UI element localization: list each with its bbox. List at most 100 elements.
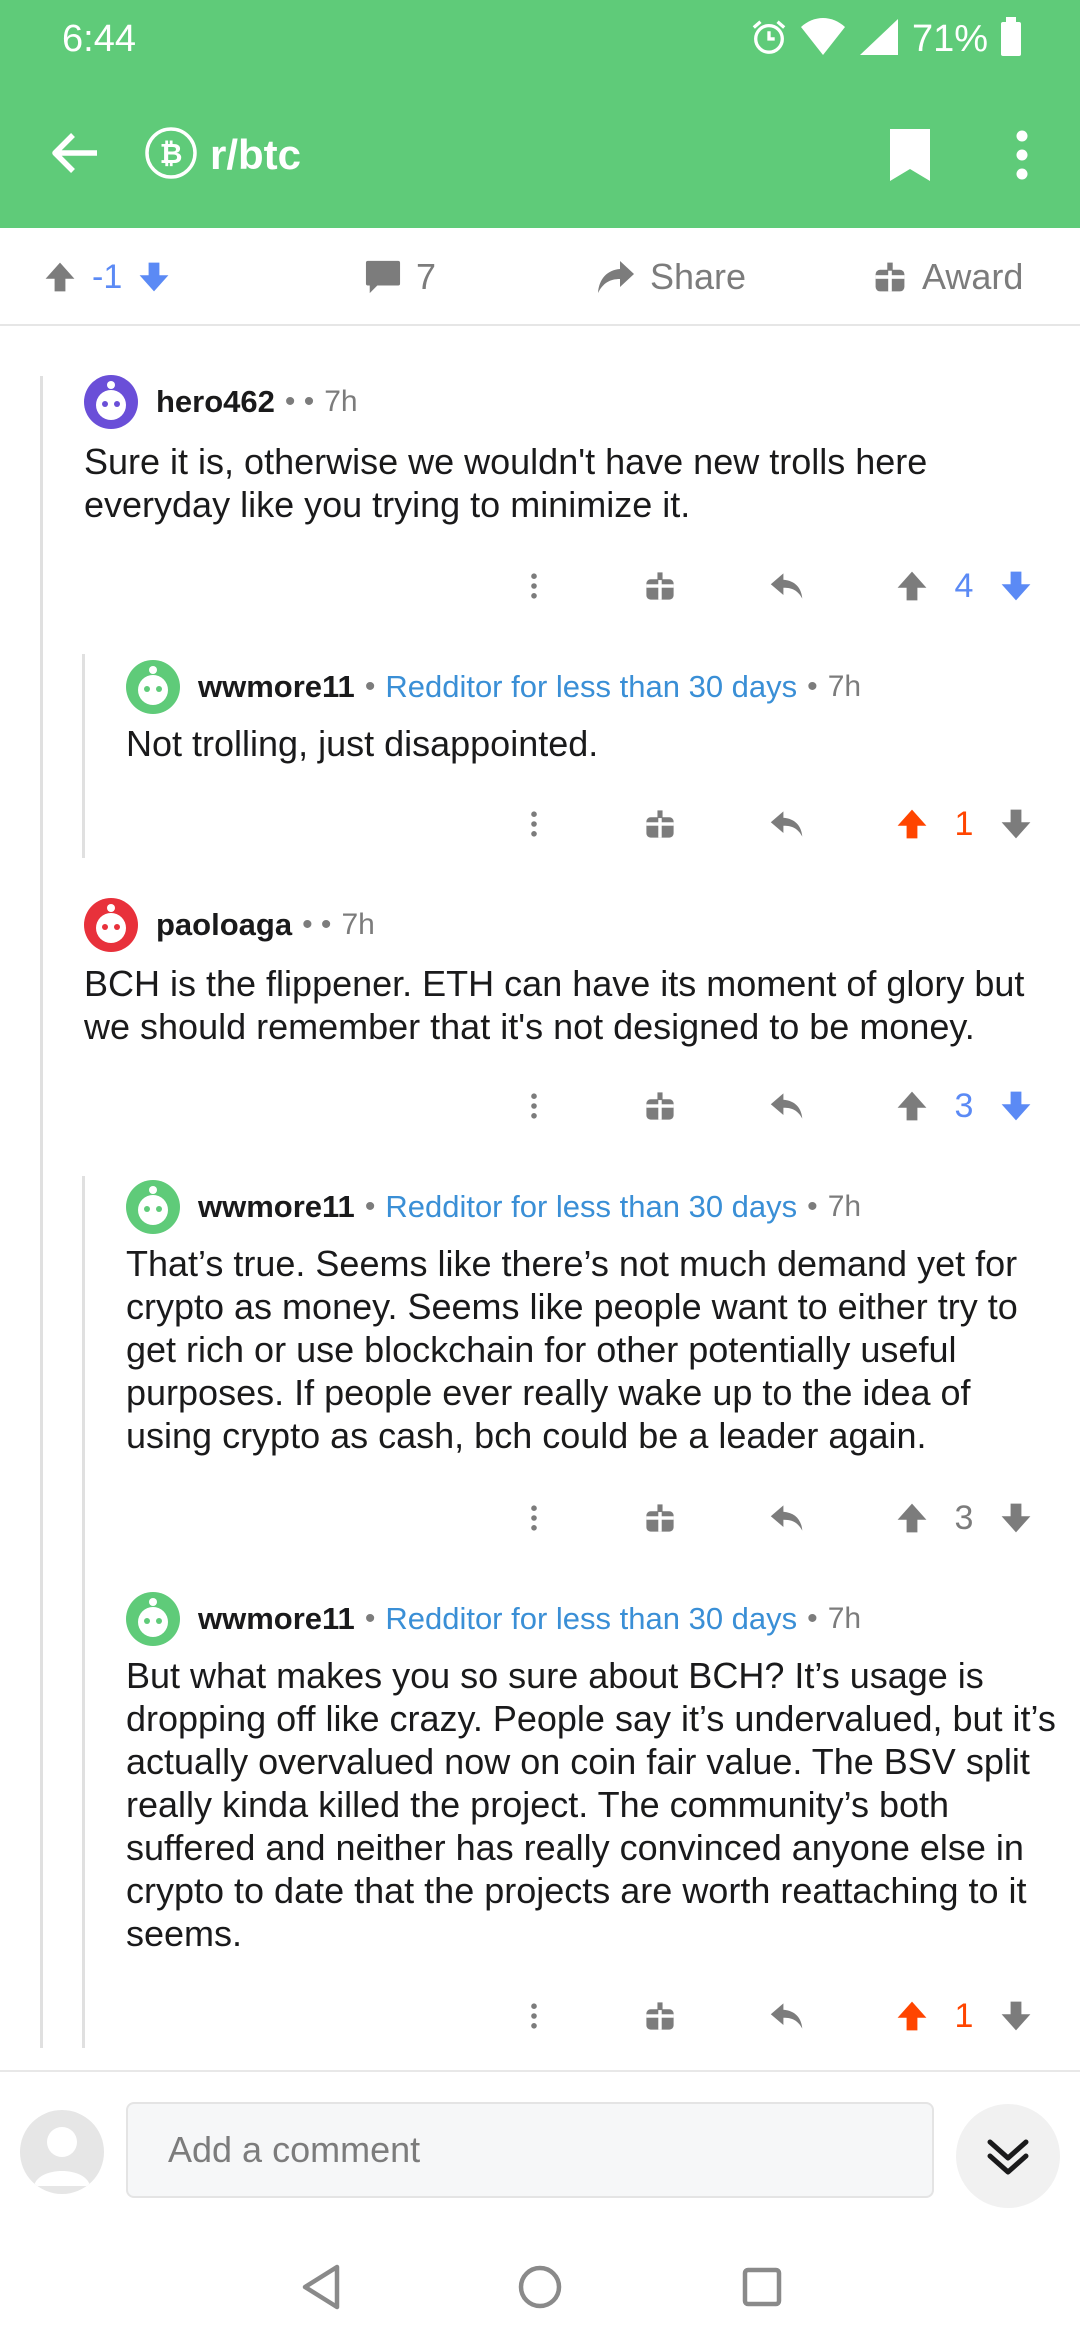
comment-upvote-button[interactable]	[892, 1986, 932, 2046]
award-button[interactable]: Award	[872, 228, 1023, 326]
signal-icon	[858, 17, 900, 62]
comment-upvote-button[interactable]	[892, 1076, 932, 1136]
snoo-avatar-icon	[138, 1186, 168, 1225]
comment-actions: 1	[0, 794, 1080, 854]
more-vertical-icon	[527, 1501, 541, 1535]
comment-username[interactable]: wwmore11	[198, 669, 355, 705]
battery-percent: 71%	[911, 17, 988, 60]
comment-username[interactable]: hero462	[156, 384, 275, 420]
post-vote: -1	[42, 228, 172, 326]
more-vertical-icon	[527, 569, 541, 603]
comment-more-button[interactable]	[516, 556, 552, 616]
comment-header: wwmore11 • Redditor for less than 30 day…	[126, 1592, 861, 1646]
subreddit-link[interactable]: ₿ r/btc	[144, 122, 301, 188]
bookmark-button[interactable]	[880, 120, 940, 190]
comment-upvote-button[interactable]	[892, 556, 932, 616]
comment-score: 3	[954, 1086, 974, 1125]
jump-to-next-button[interactable]	[956, 2104, 1060, 2208]
comment-time: 7h	[827, 670, 862, 703]
comment-downvote-button[interactable]	[996, 1076, 1036, 1136]
reply-icon	[767, 1088, 807, 1124]
comment-upvote-button[interactable]	[892, 1488, 932, 1548]
comment-actions: 3	[0, 1076, 1080, 1136]
nav-back-button[interactable]	[286, 2252, 356, 2322]
comment-reply-button[interactable]	[764, 1488, 810, 1548]
comment-reply-button[interactable]	[764, 794, 810, 854]
reply-icon	[767, 1998, 807, 2034]
svg-text:₿: ₿	[160, 138, 183, 169]
nav-recents-button[interactable]	[727, 2252, 797, 2322]
alarm-icon	[750, 18, 788, 61]
comment-reply-button[interactable]	[764, 1986, 810, 2046]
upvote-icon[interactable]	[42, 259, 78, 295]
comment-more-button[interactable]	[516, 794, 552, 854]
comment-award-button[interactable]	[640, 1076, 680, 1136]
comments-button[interactable]: 7	[364, 228, 436, 326]
separator-dot: •	[807, 1602, 818, 1635]
more-vertical-icon	[527, 1999, 541, 2033]
share-button[interactable]: Share	[596, 228, 746, 326]
comment-award-button[interactable]	[640, 794, 680, 854]
comment-score: 3	[954, 1498, 974, 1537]
comment-score: 4	[954, 566, 974, 605]
snoo-avatar-icon	[96, 904, 126, 943]
comment-reply-button[interactable]	[764, 1076, 810, 1136]
comment-header: paoloaga • • 7h	[84, 898, 375, 952]
comment-upvote-button[interactable]	[892, 794, 932, 854]
comment-score: 1	[954, 804, 974, 843]
back-button[interactable]	[40, 118, 110, 188]
comment-downvote-button[interactable]	[996, 1488, 1036, 1548]
comment-username[interactable]: paoloaga	[156, 907, 292, 943]
comment-award-button[interactable]	[640, 1986, 680, 2046]
avatar[interactable]	[84, 375, 138, 429]
comment-body: But what makes you so sure about BCH? It…	[126, 1655, 1056, 1954]
comment-username[interactable]: wwmore11	[198, 1601, 355, 1637]
add-comment-input[interactable]: Add a comment	[126, 2102, 934, 2198]
comment-downvote-button[interactable]	[996, 1986, 1036, 2046]
wifi-icon	[800, 17, 846, 62]
separator-dot: •	[364, 1602, 376, 1635]
comment-actions: 4	[0, 556, 1080, 616]
avatar[interactable]	[126, 660, 180, 714]
more-options-button[interactable]	[1000, 120, 1044, 190]
avatar[interactable]	[126, 1180, 180, 1234]
thread-line-root	[40, 376, 43, 2048]
comment-actions: 3	[0, 1488, 1080, 1548]
comment-reply-button[interactable]	[764, 556, 810, 616]
upvote-icon	[894, 806, 930, 842]
snoo-avatar-icon	[138, 666, 168, 705]
comment-more-button[interactable]	[516, 1488, 552, 1548]
subreddit-name: r/btc	[210, 131, 302, 178]
status-time: 6:44	[62, 18, 136, 60]
comment-downvote-button[interactable]	[996, 556, 1036, 616]
comment-more-button[interactable]	[516, 1986, 552, 2046]
comment-award-button[interactable]	[640, 1488, 680, 1548]
comment-more-button[interactable]	[516, 1076, 552, 1136]
comment-award-button[interactable]	[640, 556, 680, 616]
avatar[interactable]	[126, 1592, 180, 1646]
separator-dot: •	[364, 670, 376, 703]
nav-home-button[interactable]	[505, 2252, 575, 2322]
separator-dot: • •	[284, 385, 315, 418]
share-icon	[598, 261, 634, 293]
comment-downvote-button[interactable]	[996, 794, 1036, 854]
separator-dot: •	[807, 670, 818, 703]
user-avatar[interactable]	[20, 2110, 104, 2194]
upvote-icon	[894, 1998, 930, 2034]
comment-header: wwmore11 • Redditor for less than 30 day…	[126, 1180, 861, 1234]
bookmark-icon	[890, 129, 930, 181]
comment-time: 7h	[827, 1602, 862, 1635]
double-chevron-down-icon	[987, 2139, 1029, 2175]
downvote-icon[interactable]	[136, 259, 172, 295]
reply-icon	[767, 1500, 807, 1536]
comment-actions: 1	[0, 1986, 1080, 2046]
downvote-icon	[998, 568, 1034, 604]
upvote-icon	[894, 568, 930, 604]
share-label: Share	[650, 256, 747, 297]
comment-username[interactable]: wwmore11	[198, 1189, 355, 1225]
system-nav-bar	[0, 2230, 1080, 2340]
reply-icon	[767, 806, 807, 842]
avatar[interactable]	[84, 898, 138, 952]
comment-time: 7h	[341, 908, 375, 941]
gift-icon	[643, 807, 677, 841]
